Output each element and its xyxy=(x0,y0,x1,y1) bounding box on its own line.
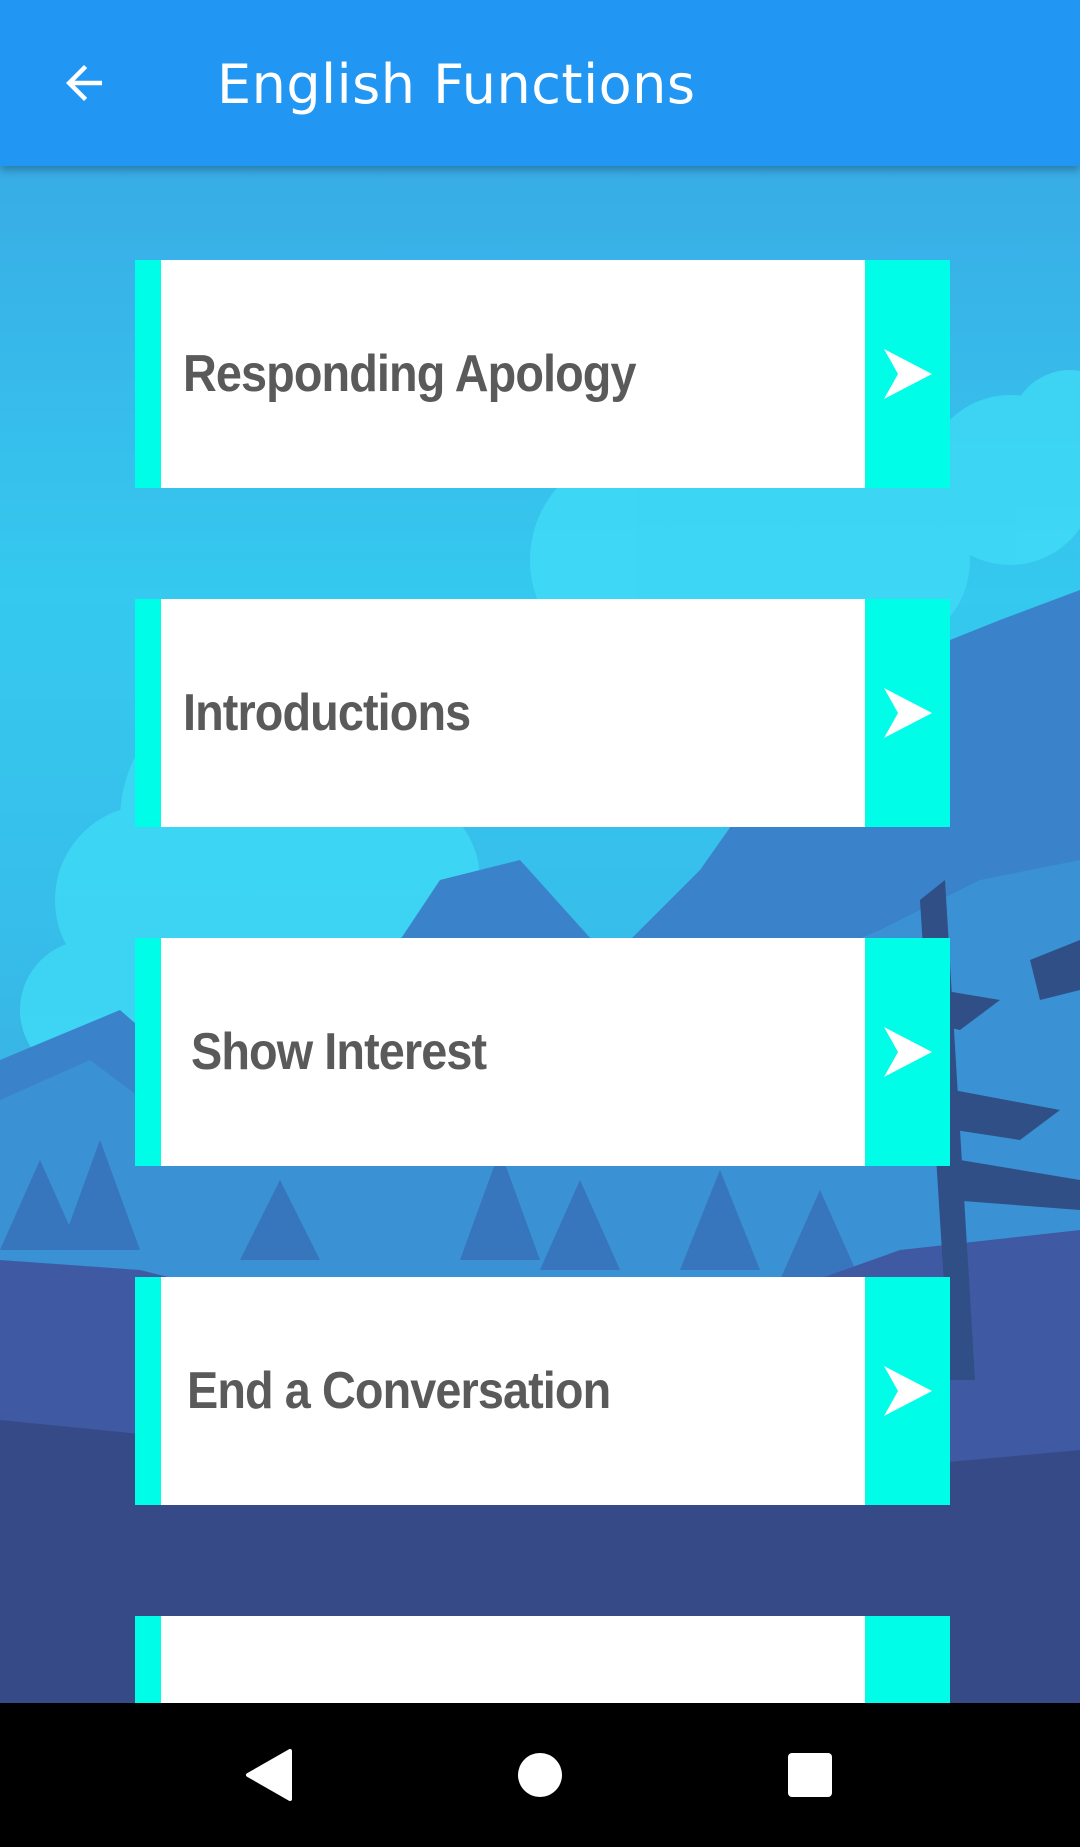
system-navigation-bar xyxy=(0,1703,1080,1847)
card-left-accent xyxy=(135,1277,161,1505)
card-arrow-panel[interactable] xyxy=(865,1616,950,1703)
list-item-label: Introductions xyxy=(183,684,471,742)
nav-home-circle-icon xyxy=(518,1753,562,1797)
card-arrow-panel[interactable] xyxy=(865,1277,950,1505)
page-title: English Functions xyxy=(217,53,696,116)
list-item-label: End a Conversation xyxy=(187,1362,611,1420)
nav-home-button[interactable] xyxy=(500,1735,580,1815)
card-arrow-panel[interactable] xyxy=(865,599,950,827)
nav-recents-square-icon xyxy=(788,1753,832,1797)
card-left-accent xyxy=(135,1616,161,1703)
app-bar: English Functions xyxy=(0,0,1080,166)
card-left-accent xyxy=(135,260,161,488)
list-item[interactable]: Show Interest xyxy=(135,938,950,1166)
list-item[interactable]: Responding Apology xyxy=(135,260,950,488)
card-left-accent xyxy=(135,599,161,827)
card-left-accent xyxy=(135,938,161,1166)
list-item[interactable] xyxy=(135,1616,950,1703)
card-arrow-panel[interactable] xyxy=(865,260,950,488)
list-item[interactable]: Introductions xyxy=(135,599,950,827)
list-item[interactable]: End a Conversation xyxy=(135,1277,950,1505)
nav-recents-button[interactable] xyxy=(770,1735,850,1815)
nav-back-button[interactable] xyxy=(228,1735,308,1815)
list-item-label: Responding Apology xyxy=(183,345,637,403)
chevron-right-arrow-icon xyxy=(883,1366,932,1416)
chevron-right-arrow-icon xyxy=(883,349,932,399)
chevron-right-arrow-icon xyxy=(883,688,932,738)
nav-back-triangle-icon xyxy=(246,1749,292,1801)
chevron-right-arrow-icon xyxy=(883,1027,932,1077)
list-item-label: Show Interest xyxy=(191,1023,487,1081)
screen: English Functions Responding Apology Int… xyxy=(0,0,1080,1703)
card-arrow-panel[interactable] xyxy=(865,938,950,1166)
arrow-back-icon xyxy=(66,65,102,101)
back-button[interactable] xyxy=(38,33,130,133)
